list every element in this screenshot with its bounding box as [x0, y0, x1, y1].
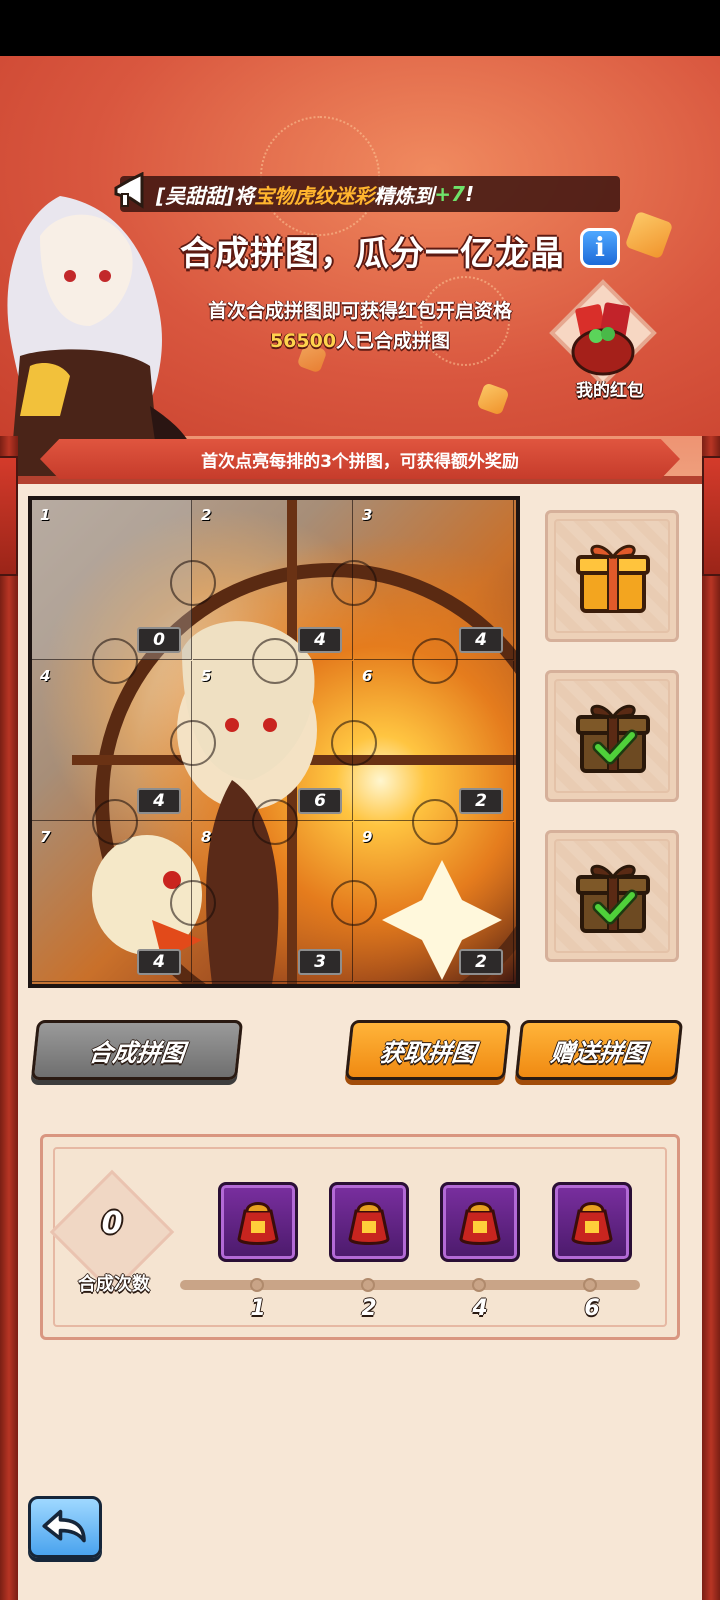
piece-index: 1	[40, 506, 51, 524]
puzzle-piece-9[interactable]: 9 2	[354, 822, 514, 982]
piece-count: 4	[137, 949, 181, 975]
tier-threshold-1: 1	[250, 1296, 266, 1321]
jigsaw-tab	[170, 880, 216, 926]
row-3-reward[interactable]	[545, 830, 679, 962]
jigsaw-tab	[331, 880, 377, 926]
ticker-level: +7	[434, 182, 465, 206]
puzzle-piece-3[interactable]: 3 4	[354, 500, 514, 660]
progress-node	[583, 1278, 597, 1292]
jigsaw-tab	[331, 720, 377, 766]
piece-count: 0	[137, 627, 181, 653]
puzzle-piece-4[interactable]: 4 4	[32, 661, 192, 821]
piece-index: 5	[201, 667, 212, 685]
puzzle-piece-8[interactable]: 8 3	[193, 822, 353, 982]
jigsaw-tab	[92, 638, 138, 684]
left-pillar	[0, 436, 18, 1600]
right-scroll-decoration	[702, 456, 720, 576]
jigsaw-tab	[170, 720, 216, 766]
puzzle-piece-1[interactable]: 1 0	[32, 500, 192, 660]
back-button[interactable]	[28, 1496, 102, 1558]
lucky-bag-icon	[348, 1202, 390, 1245]
game-screen: [吴甜甜] 将宝物虎纹迷彩 精炼到 +7! 合成拼图，瓜分一亿龙晶 i 首次合成拼图即…	[0, 56, 720, 1600]
back-arrow-icon	[42, 1509, 86, 1543]
piece-count: 2	[459, 788, 503, 814]
ticker-verb: 精炼到	[374, 183, 435, 208]
right-pillar	[702, 436, 720, 1600]
lucky-bag-icon	[459, 1202, 501, 1245]
progress-node	[472, 1278, 486, 1292]
tier-2-reward-bag[interactable]	[329, 1182, 409, 1262]
puzzle-piece-2[interactable]: 2 4	[193, 500, 353, 660]
row-bonus-banner: 首次点亮每排的3个拼图，可获得额外奖励	[40, 439, 680, 479]
row-1-reward[interactable]	[545, 510, 679, 642]
gold-gift-icon	[576, 544, 650, 613]
progress-track	[180, 1280, 640, 1290]
event-title: 合成拼图，瓜分一亿龙晶	[180, 234, 565, 274]
puzzle-grid: 1 0 2 4 3 4 4 4 5 6 6 2 7 4 8 3 9 2	[28, 496, 520, 988]
megaphone-icon	[114, 172, 144, 209]
piece-index: 2	[201, 506, 212, 524]
tier-4-reward-bag[interactable]	[552, 1182, 632, 1262]
claimed-gift-icon	[576, 864, 650, 933]
compose-puzzle-button[interactable]: 合成拼图	[30, 1020, 244, 1080]
jigsaw-tab	[252, 799, 298, 845]
jigsaw-tab	[331, 560, 377, 606]
piece-index: 4	[40, 667, 51, 685]
puzzle-piece-7[interactable]: 7 4	[32, 822, 192, 982]
ticker-player-name: [吴甜甜]	[156, 183, 235, 208]
jigsaw-tab	[412, 638, 458, 684]
progress-node	[361, 1278, 375, 1292]
piece-count: 6	[298, 788, 342, 814]
piece-index: 9	[362, 828, 373, 846]
get-puzzle-button[interactable]: 获取拼图	[344, 1020, 512, 1080]
puzzle-piece-5[interactable]: 5 6	[193, 661, 353, 821]
row-2-reward[interactable]	[545, 670, 679, 802]
info-button[interactable]: i	[580, 228, 620, 268]
lucky-bag-icon	[571, 1202, 613, 1245]
piece-count: 4	[137, 788, 181, 814]
piece-count: 3	[298, 949, 342, 975]
claimed-gift-icon	[576, 704, 650, 773]
participant-number: 56500	[269, 330, 337, 352]
event-subtitle: 首次合成拼图即可获得红包开启资格	[207, 300, 512, 322]
ticker-item: 宝物虎纹迷彩	[254, 183, 375, 208]
jigsaw-tab	[412, 799, 458, 845]
jigsaw-tab	[252, 638, 298, 684]
participant-count: 56500人已合成拼图	[140, 326, 580, 353]
tier-threshold-3: 4	[472, 1296, 488, 1321]
piece-index: 7	[40, 828, 51, 846]
piece-index: 3	[362, 506, 373, 524]
tier-3-reward-bag[interactable]	[440, 1182, 520, 1262]
compose-count-label: 合成次数	[78, 1274, 150, 1295]
piece-count: 4	[298, 627, 342, 653]
compose-count: 0	[101, 1206, 123, 1241]
participant-suffix: 人已合成拼图	[336, 330, 451, 352]
announcement-ticker: [吴甜甜] 将宝物虎纹迷彩 精炼到 +7!	[120, 176, 620, 212]
piece-count: 4	[459, 627, 503, 653]
left-scroll-decoration	[0, 456, 18, 576]
progress-node	[250, 1278, 264, 1292]
piece-index: 8	[201, 828, 212, 846]
my-red-packet-label[interactable]: 我的红包	[560, 376, 660, 401]
piece-count: 2	[459, 949, 503, 975]
tier-threshold-4: 6	[584, 1296, 600, 1321]
ticker-action: 将	[234, 183, 255, 208]
lucky-bag-icon	[237, 1202, 279, 1245]
ticker-end: !	[464, 182, 475, 206]
gift-puzzle-button[interactable]: 赠送拼图	[514, 1020, 684, 1080]
piece-index: 6	[362, 667, 373, 685]
tier-1-reward-bag[interactable]	[218, 1182, 298, 1262]
tier-threshold-2: 2	[361, 1296, 377, 1321]
puzzle-piece-6[interactable]: 6 2	[354, 661, 514, 821]
jigsaw-tab	[92, 799, 138, 845]
jigsaw-tab	[170, 560, 216, 606]
